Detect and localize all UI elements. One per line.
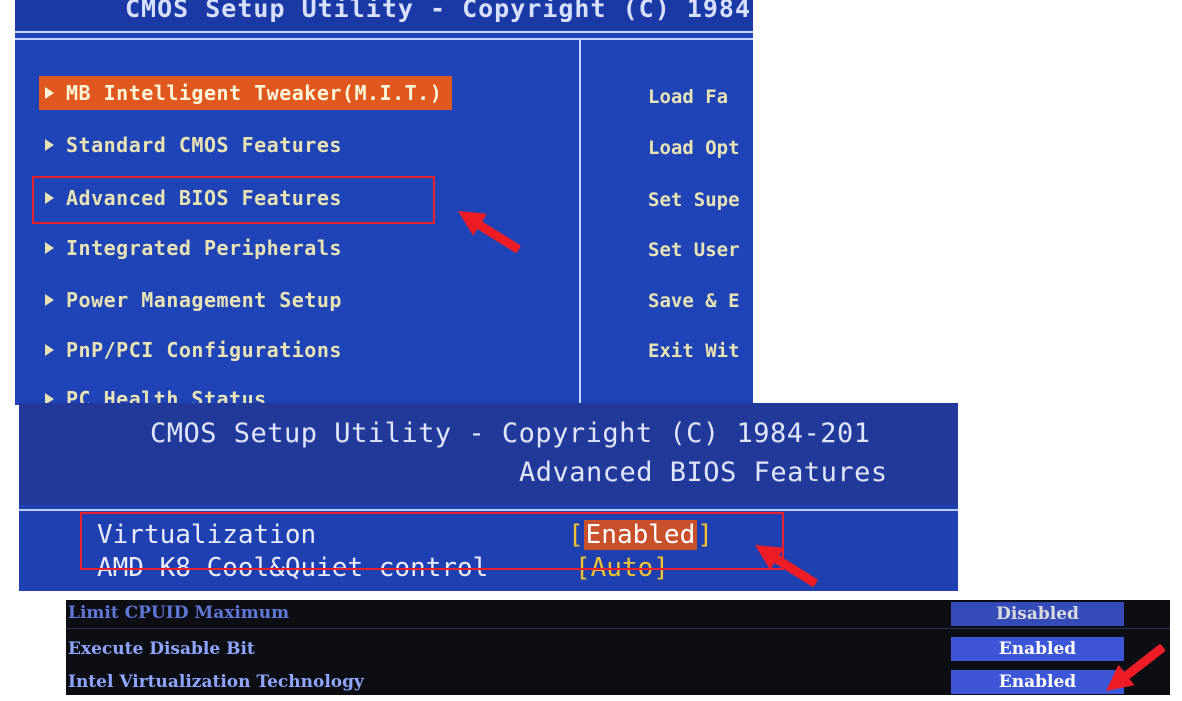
- header-divider: [15, 31, 753, 33]
- highlight-box-virtualization: [80, 512, 784, 570]
- right-triangle-icon: [45, 294, 54, 306]
- menu-item-label: Integrated Peripherals: [66, 236, 342, 260]
- right-menu-item-set-supervisor[interactable]: Set Supe: [648, 189, 740, 211]
- page-title: Advanced BIOS Features: [519, 457, 888, 488]
- right-menu-item-load-optimized[interactable]: Load Opt: [648, 137, 740, 159]
- menu-item-mit[interactable]: MB Intelligent Tweaker(M.I.T.): [39, 76, 453, 110]
- menu-item-power-management[interactable]: Power Management Setup: [45, 283, 342, 317]
- menu-item-label: PnP/PCI Configurations: [66, 338, 342, 362]
- header-divider-2: [15, 38, 753, 40]
- menu-item-pc-health[interactable]: PC Health Status: [45, 382, 267, 405]
- right-menu-item-exit-without[interactable]: Exit Wit: [648, 340, 740, 362]
- advanced-bios-panel: CMOS Setup Utility - Copyright (C) 1984-…: [19, 403, 958, 591]
- intel-cpu-settings-panel: Limit CPUID Maximum Disabled Execute Dis…: [66, 600, 1170, 695]
- menu-item-label: Standard CMOS Features: [66, 133, 342, 157]
- right-triangle-icon: [45, 139, 54, 151]
- right-menu-item-load-fail-safe[interactable]: Load Fa: [648, 86, 728, 108]
- right-menu-item-save-exit[interactable]: Save & E: [648, 290, 740, 312]
- right-triangle-icon: [45, 87, 54, 99]
- menu-item-standard-cmos[interactable]: Standard CMOS Features: [45, 128, 342, 162]
- menu-item-pnp-pci[interactable]: PnP/PCI Configurations: [45, 333, 342, 367]
- column-divider: [579, 40, 581, 405]
- utility-title: CMOS Setup Utility - Copyright (C) 1984-…: [150, 418, 871, 449]
- menu-item-label: MB Intelligent Tweaker(M.I.T.): [66, 81, 443, 105]
- right-triangle-icon: [45, 344, 54, 356]
- header-title: CMOS Setup Utility - Copyright (C) 1984-…: [125, 0, 753, 23]
- row-divider: [66, 628, 1170, 629]
- row-limit-cpuid-value[interactable]: Disabled: [951, 602, 1124, 626]
- title-divider: [19, 509, 958, 511]
- row-execute-disable-label: Execute Disable Bit: [68, 639, 255, 659]
- menu-item-label: Power Management Setup: [66, 288, 342, 312]
- menu-item-integrated-peripherals[interactable]: Integrated Peripherals: [45, 231, 342, 265]
- bios-main-menu-panel: CMOS Setup Utility - Copyright (C) 1984-…: [15, 0, 753, 405]
- row-intel-vt-label: Intel Virtualization Technology: [68, 672, 364, 692]
- row-limit-cpuid-label: Limit CPUID Maximum: [68, 603, 290, 623]
- highlight-box-advanced-bios: [32, 176, 435, 224]
- right-triangle-icon: [45, 242, 54, 254]
- right-menu-item-set-user[interactable]: Set User: [648, 239, 740, 261]
- row-execute-disable-value[interactable]: Enabled: [951, 637, 1124, 661]
- header-bar: CMOS Setup Utility - Copyright (C) 1984-…: [15, 0, 753, 30]
